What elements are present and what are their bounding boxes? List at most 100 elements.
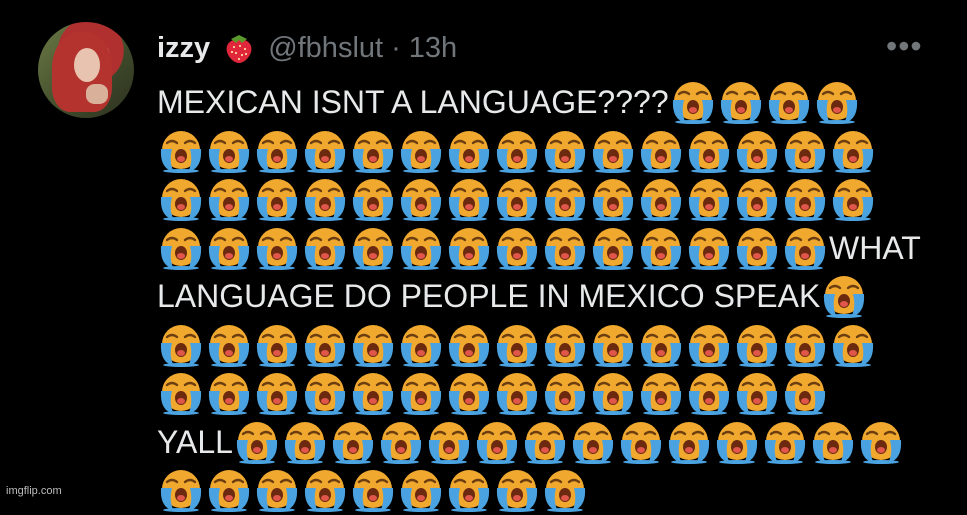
loudly-crying-face-icon [281,420,329,464]
loudly-crying-face-icon [205,177,253,221]
tweet-header: izzy @fbhslut · 13h [157,28,457,68]
loudly-crying-face-icon [157,371,205,415]
loudly-crying-face-icon [425,420,473,464]
loudly-crying-face-icon [685,177,733,221]
loudly-crying-face-icon [233,420,281,464]
loudly-crying-face-icon [493,129,541,173]
loudly-crying-face-icon [733,226,781,270]
loudly-crying-face-icon [205,323,253,367]
loudly-crying-face-icon [445,177,493,221]
loudly-crying-face-icon [253,323,301,367]
loudly-crying-face-icon [733,177,781,221]
loudly-crying-face-icon [157,177,205,221]
loudly-crying-face-icon [301,129,349,173]
more-options-button[interactable]: ••• [886,30,923,62]
loudly-crying-face-icon [157,468,205,512]
loudly-crying-face-icon [349,371,397,415]
loudly-crying-face-icon [301,371,349,415]
loudly-crying-face-icon [301,177,349,221]
loudly-crying-face-icon [569,420,617,464]
loudly-crying-face-icon [253,371,301,415]
loudly-crying-face-icon [809,420,857,464]
loudly-crying-face-icon [829,177,877,221]
loudly-crying-face-icon [541,177,589,221]
loudly-crying-face-icon [205,226,253,270]
loudly-crying-face-icon [781,323,829,367]
loudly-crying-face-icon [205,468,253,512]
loudly-crying-face-icon [685,323,733,367]
tweet-line-text: LANGUAGE DO PEOPLE IN MEXICO SPEAK [157,278,821,314]
loudly-crying-face-icon [541,371,589,415]
loudly-crying-face-icon [617,420,665,464]
loudly-crying-face-icon [761,420,809,464]
loudly-crying-face-icon [301,323,349,367]
loudly-crying-face-icon [349,323,397,367]
loudly-crying-face-icon [349,129,397,173]
loudly-crying-face-icon [717,80,765,124]
loudly-crying-face-icon [637,226,685,270]
loudly-crying-face-icon [813,80,861,124]
loudly-crying-face-icon [397,371,445,415]
loudly-crying-face-icon [157,226,205,270]
loudly-crying-face-icon [733,323,781,367]
loudly-crying-face-icon [445,468,493,512]
loudly-crying-face-icon [669,80,717,124]
loudly-crying-face-icon [253,468,301,512]
loudly-crying-face-icon [637,323,685,367]
loudly-crying-face-icon [829,323,877,367]
loudly-crying-face-icon [541,129,589,173]
tweet-timestamp[interactable]: 13h [409,32,457,65]
loudly-crying-face-icon [253,177,301,221]
loudly-crying-face-icon [445,226,493,270]
loudly-crying-face-icon [541,323,589,367]
loudly-crying-face-icon [473,420,521,464]
loudly-crying-face-icon [589,226,637,270]
avatar[interactable] [38,22,134,118]
tweet-text: MEXICAN ISNT A LANGUAGE???? WHAT LANGUAGE … [157,78,947,515]
tweet-line [157,466,947,515]
loudly-crying-face-icon [733,371,781,415]
loudly-crying-face-icon [733,129,781,173]
loudly-crying-face-icon [397,177,445,221]
avatar-hand [86,84,108,104]
author-name[interactable]: izzy [157,32,210,65]
loudly-crying-face-icon [685,226,733,270]
loudly-crying-face-icon [541,468,589,512]
loudly-crying-face-icon [713,420,761,464]
tweet-line: YALL [157,418,947,467]
loudly-crying-face-icon [685,129,733,173]
loudly-crying-face-icon [205,371,253,415]
loudly-crying-face-icon [397,129,445,173]
tweet-line-text: YALL [157,423,233,460]
loudly-crying-face-icon [589,177,637,221]
loudly-crying-face-icon [665,420,713,464]
loudly-crying-face-icon [445,129,493,173]
loudly-crying-face-icon [349,226,397,270]
loudly-crying-face-icon [781,177,829,221]
loudly-crying-face-icon [301,226,349,270]
tweet-line [157,127,947,176]
loudly-crying-face-icon [329,420,377,464]
header-separator: · [391,31,401,64]
loudly-crying-face-icon [781,226,829,270]
loudly-crying-face-icon [589,371,637,415]
avatar-face [74,48,100,82]
loudly-crying-face-icon [493,371,541,415]
tweet-line [157,175,947,224]
loudly-crying-face-icon [589,129,637,173]
loudly-crying-face-icon [157,323,205,367]
tweet-line-text: MEXICAN ISNT A LANGUAGE???? [157,84,669,120]
loudly-crying-face-icon [397,468,445,512]
loudly-crying-face-icon [493,226,541,270]
loudly-crying-face-icon [637,129,685,173]
loudly-crying-face-icon [781,129,829,173]
loudly-crying-face-icon [397,226,445,270]
tweet-line: WHAT [157,224,947,273]
loudly-crying-face-icon [829,129,877,173]
loudly-crying-face-icon [589,323,637,367]
loudly-crying-face-icon [205,129,253,173]
tweet-line [157,321,947,370]
author-handle[interactable]: @fbhslut [268,32,383,65]
strawberry-icon [222,31,256,65]
loudly-crying-face-icon [157,129,205,173]
